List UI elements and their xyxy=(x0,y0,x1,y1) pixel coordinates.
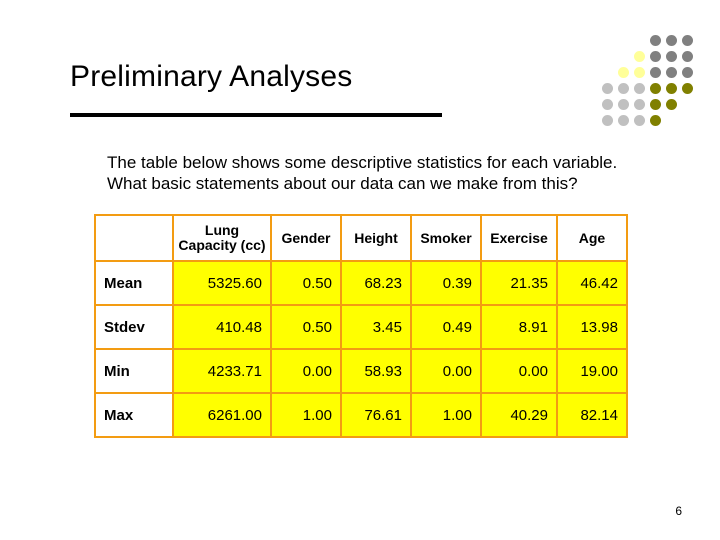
cell: 13.98 xyxy=(557,305,627,349)
table-row: Min 4233.71 0.00 58.93 0.00 0.00 19.00 xyxy=(95,349,627,393)
cell: 82.14 xyxy=(557,393,627,437)
header-smoker: Smoker xyxy=(411,215,481,261)
cell: 0.00 xyxy=(271,349,341,393)
page-title: Preliminary Analyses xyxy=(70,60,352,94)
row-label-max: Max xyxy=(95,393,173,437)
intro-text: The table below shows some descriptive s… xyxy=(107,152,617,194)
cell: 3.45 xyxy=(341,305,411,349)
header-lung-l2: Capacity (cc) xyxy=(178,237,265,253)
cell: 5325.60 xyxy=(173,261,271,305)
cell: 410.48 xyxy=(173,305,271,349)
cell: 21.35 xyxy=(481,261,557,305)
cell: 0.49 xyxy=(411,305,481,349)
cell: 19.00 xyxy=(557,349,627,393)
row-label-mean: Mean xyxy=(95,261,173,305)
cell: 68.23 xyxy=(341,261,411,305)
cell: 1.00 xyxy=(411,393,481,437)
header-age: Age xyxy=(557,215,627,261)
cell: 40.29 xyxy=(481,393,557,437)
cell: 0.39 xyxy=(411,261,481,305)
table-row: Mean 5325.60 0.50 68.23 0.39 21.35 46.42 xyxy=(95,261,627,305)
cell: 1.00 xyxy=(271,393,341,437)
slide: Preliminary Analyses xyxy=(0,0,720,540)
table-header-row: Lung Capacity (cc) Gender Height Smoker … xyxy=(95,215,627,261)
row-label-min: Min xyxy=(95,349,173,393)
intro-line-2: What basic statements about our data can… xyxy=(107,174,578,193)
table-row: Max 6261.00 1.00 76.61 1.00 40.29 82.14 xyxy=(95,393,627,437)
page-number: 6 xyxy=(675,504,682,518)
cell: 8.91 xyxy=(481,305,557,349)
table-corner-cell xyxy=(95,215,173,261)
header-exercise: Exercise xyxy=(481,215,557,261)
table-row: Stdev 410.48 0.50 3.45 0.49 8.91 13.98 xyxy=(95,305,627,349)
dot-grid-icon xyxy=(597,30,698,131)
cell: 0.50 xyxy=(271,305,341,349)
cell: 46.42 xyxy=(557,261,627,305)
cell: 58.93 xyxy=(341,349,411,393)
title-underline xyxy=(70,113,442,117)
header-lung-capacity: Lung Capacity (cc) xyxy=(173,215,271,261)
row-label-stdev: Stdev xyxy=(95,305,173,349)
header-lung-l1: Lung xyxy=(205,222,239,238)
cell: 76.61 xyxy=(341,393,411,437)
cell: 6261.00 xyxy=(173,393,271,437)
header-gender: Gender xyxy=(271,215,341,261)
cell: 0.00 xyxy=(481,349,557,393)
cell: 0.00 xyxy=(411,349,481,393)
intro-line-1: The table below shows some descriptive s… xyxy=(107,153,617,172)
cell: 4233.71 xyxy=(173,349,271,393)
cell: 0.50 xyxy=(271,261,341,305)
stats-table: Lung Capacity (cc) Gender Height Smoker … xyxy=(94,214,628,438)
header-height: Height xyxy=(341,215,411,261)
